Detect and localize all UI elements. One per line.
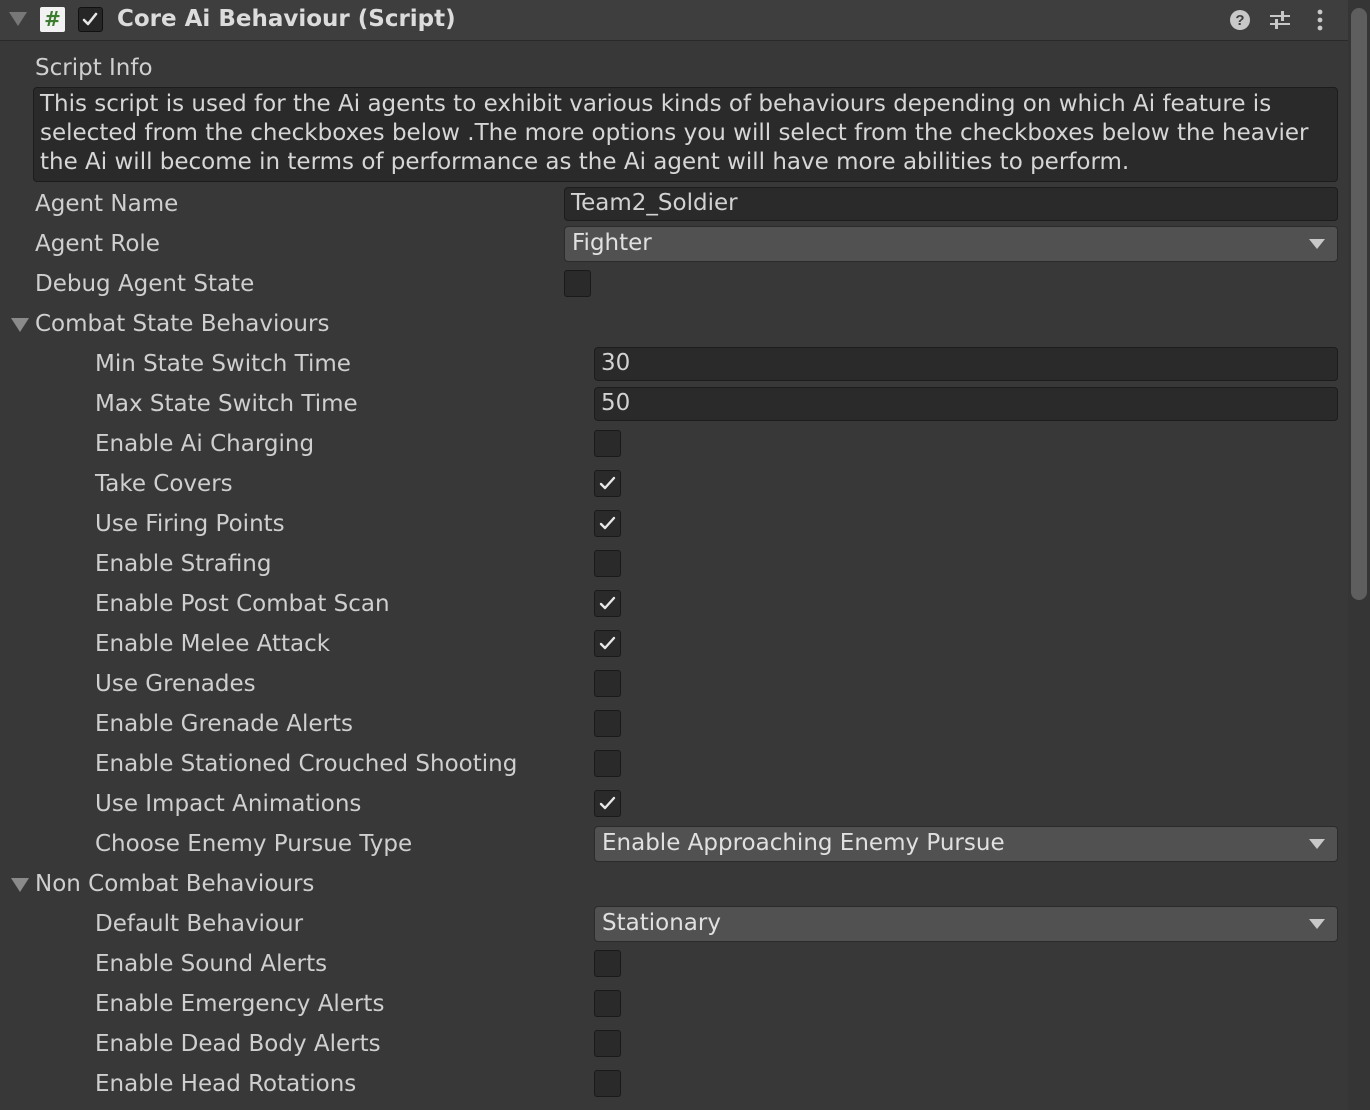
enable-melee-attack-checkbox[interactable]	[594, 630, 621, 657]
more-vertical-icon[interactable]	[1308, 8, 1332, 32]
enable-head-rotations-checkbox[interactable]	[594, 1070, 621, 1097]
combat-toggle-label: Enable Strafing	[95, 551, 272, 577]
checkmark-icon	[599, 476, 616, 490]
debug-agent-state-label: Debug Agent State	[35, 271, 255, 297]
checkmark-icon	[599, 516, 616, 530]
non-combat-toggle-label: Enable Head Rotations	[95, 1071, 357, 1097]
scrollbar-thumb[interactable]	[1351, 8, 1367, 600]
combat-toggle-label: Use Impact Animations	[95, 791, 362, 817]
combat-toggle-label: Use Grenades	[95, 671, 256, 697]
script-info-label: Script Info	[35, 55, 153, 81]
agent-role-value: Fighter	[572, 230, 652, 256]
combat-toggle-label: Take Covers	[95, 471, 233, 497]
combat-toggle-label: Enable Stationed Crouched Shooting	[95, 751, 518, 777]
default-behaviour-dropdown[interactable]: Stationary	[594, 906, 1338, 942]
max-state-switch-time-label: Max State Switch Time	[95, 391, 358, 417]
preset-sliders-icon[interactable]	[1268, 8, 1292, 32]
enable-post-combat-scan-checkbox[interactable]	[594, 590, 621, 617]
dropdown-arrow-icon	[1309, 239, 1325, 249]
pursue-type-dropdown[interactable]: Enable Approaching Enemy Pursue	[594, 826, 1338, 862]
combat-section-title[interactable]: Combat State Behaviours	[35, 309, 329, 339]
component-enabled-checkbox[interactable]	[78, 7, 103, 32]
min-state-switch-time-field[interactable]: 30	[594, 347, 1338, 381]
combat-toggle-label: Enable Melee Attack	[95, 631, 331, 657]
combat-foldout-arrow-icon[interactable]	[11, 318, 29, 332]
enable-strafing-checkbox[interactable]	[594, 550, 621, 577]
use-impact-animations-checkbox[interactable]	[594, 790, 621, 817]
default-behaviour-value: Stationary	[602, 910, 721, 936]
use-firing-points-checkbox[interactable]	[594, 510, 621, 537]
svg-text:?: ?	[1235, 12, 1244, 29]
pursue-type-value: Enable Approaching Enemy Pursue	[602, 830, 1005, 856]
non-combat-section-title[interactable]: Non Combat Behaviours	[35, 869, 314, 899]
non-combat-toggle-label: Enable Sound Alerts	[95, 951, 328, 977]
take-covers-checkbox[interactable]	[594, 470, 621, 497]
pursue-type-label: Choose Enemy Pursue Type	[95, 831, 413, 857]
enable-ai-charging-checkbox[interactable]	[594, 430, 621, 457]
use-grenades-checkbox[interactable]	[594, 670, 621, 697]
checkmark-icon	[82, 12, 98, 26]
min-state-switch-time-label: Min State Switch Time	[95, 351, 351, 377]
checkmark-icon	[599, 796, 616, 810]
agent-name-field[interactable]: Team2_Soldier	[564, 187, 1338, 221]
enable-stationed-crouched-shooting-checkbox[interactable]	[594, 750, 621, 777]
non-combat-foldout-arrow-icon[interactable]	[11, 878, 29, 892]
script-hash-icon: #	[40, 7, 65, 32]
max-state-switch-time-field[interactable]: 50	[594, 387, 1338, 421]
checkmark-icon	[599, 636, 616, 650]
agent-role-dropdown[interactable]: Fighter	[564, 226, 1338, 262]
checkmark-icon	[599, 596, 616, 610]
dropdown-arrow-icon	[1309, 839, 1325, 849]
default-behaviour-label: Default Behaviour	[95, 911, 304, 937]
combat-toggle-label: Enable Post Combat Scan	[95, 591, 390, 617]
combat-toggle-label: Enable Ai Charging	[95, 431, 315, 457]
agent-name-label: Agent Name	[35, 191, 179, 217]
help-icon[interactable]: ?	[1228, 8, 1252, 32]
non-combat-toggle-label: Enable Dead Body Alerts	[95, 1031, 381, 1057]
agent-role-label: Agent Role	[35, 231, 160, 257]
combat-toggle-label: Enable Grenade Alerts	[95, 711, 354, 737]
debug-agent-state-checkbox[interactable]	[564, 270, 591, 297]
enable-sound-alerts-checkbox[interactable]	[594, 950, 621, 977]
script-info-textarea[interactable]: This script is used for the Ai agents to…	[33, 87, 1338, 182]
enable-emergency-alerts-checkbox[interactable]	[594, 990, 621, 1017]
dropdown-arrow-icon	[1309, 919, 1325, 929]
enable-dead-body-alerts-checkbox[interactable]	[594, 1030, 621, 1057]
component-title: Core Ai Behaviour (Script)	[117, 6, 456, 32]
combat-toggle-label: Use Firing Points	[95, 511, 285, 537]
component-header[interactable]: # Core Ai Behaviour (Script) ?	[0, 0, 1348, 41]
collapse-arrow-icon[interactable]	[9, 12, 27, 26]
enable-grenade-alerts-checkbox[interactable]	[594, 710, 621, 737]
non-combat-toggle-label: Enable Emergency Alerts	[95, 991, 385, 1017]
